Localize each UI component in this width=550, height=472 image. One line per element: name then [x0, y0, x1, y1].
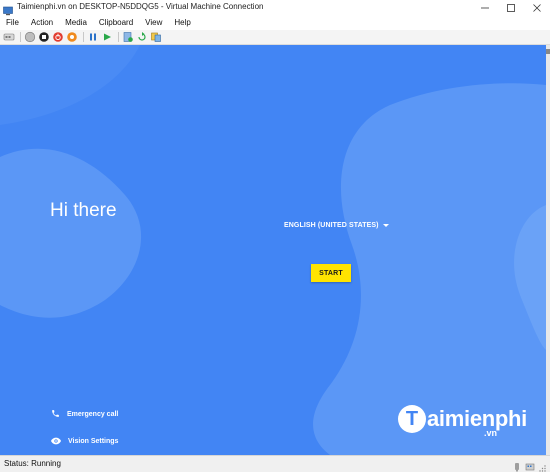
menu-help[interactable]: Help [174, 16, 190, 30]
vm-connection-icon [3, 3, 13, 16]
pause-icon[interactable] [87, 31, 99, 43]
eye-icon [51, 432, 61, 450]
save-icon[interactable] [66, 31, 78, 43]
vertical-scrollbar[interactable] [546, 45, 550, 455]
scrollbar-grip[interactable] [546, 49, 550, 54]
start-icon[interactable] [24, 31, 36, 43]
menu-action[interactable]: Action [31, 16, 53, 30]
watermark-logo-initial: T [398, 405, 426, 433]
menu-clipboard[interactable]: Clipboard [99, 16, 133, 30]
menu-file[interactable]: File [6, 16, 19, 30]
usb-icon [525, 459, 535, 472]
shut-down-icon[interactable] [52, 31, 64, 43]
language-selector[interactable]: ENGLISH (UNITED STATES) [284, 222, 389, 229]
menu-media[interactable]: Media [65, 16, 87, 30]
maximize-icon[interactable] [498, 0, 524, 16]
reset-icon[interactable] [101, 31, 113, 43]
background-waves [0, 45, 546, 455]
toolbar [0, 30, 550, 45]
vision-settings-link[interactable]: Vision Settings [51, 432, 118, 450]
turn-off-icon[interactable] [38, 31, 50, 43]
watermark-text: aimienphi [427, 406, 527, 431]
keyboard-icon [512, 459, 522, 472]
status-icons [509, 459, 546, 472]
taimienphi-watermark: T aimienphi [398, 405, 527, 433]
watermark-suffix: .vn [484, 428, 498, 438]
phone-icon [51, 405, 60, 423]
start-button[interactable]: START [311, 264, 351, 282]
dropdown-arrow-icon [382, 224, 389, 227]
resize-grip-icon[interactable] [538, 459, 546, 472]
status-bar: Status: Running [0, 455, 550, 472]
revert-icon[interactable] [136, 31, 148, 43]
vision-settings-label: Vision Settings [68, 437, 119, 445]
ctrl-alt-del-icon[interactable] [3, 31, 15, 43]
greeting-heading: Hi there [50, 200, 117, 221]
menu-bar: File Action Media Clipboard View Help [0, 16, 550, 30]
menu-view[interactable]: View [145, 16, 162, 30]
enhanced-session-icon[interactable] [150, 31, 162, 43]
vm-screen[interactable]: Hi there ENGLISH (UNITED STATES) START E… [0, 45, 546, 455]
close-icon[interactable] [524, 0, 550, 16]
emergency-call-link[interactable]: Emergency call [51, 405, 118, 423]
toolbar-divider [118, 32, 119, 42]
window-title: Taimienphi.vn on DESKTOP-N5DDQG5 - Virtu… [17, 2, 264, 11]
toolbar-divider [20, 32, 21, 42]
emergency-call-label: Emergency call [67, 410, 119, 418]
title-bar: Taimienphi.vn on DESKTOP-N5DDQG5 - Virtu… [0, 0, 550, 16]
language-label: ENGLISH (UNITED STATES) [284, 222, 379, 229]
status-text: Status: Running [4, 459, 61, 468]
toolbar-divider [83, 32, 84, 42]
checkpoint-icon[interactable] [122, 31, 134, 43]
minimize-icon[interactable] [472, 0, 498, 16]
